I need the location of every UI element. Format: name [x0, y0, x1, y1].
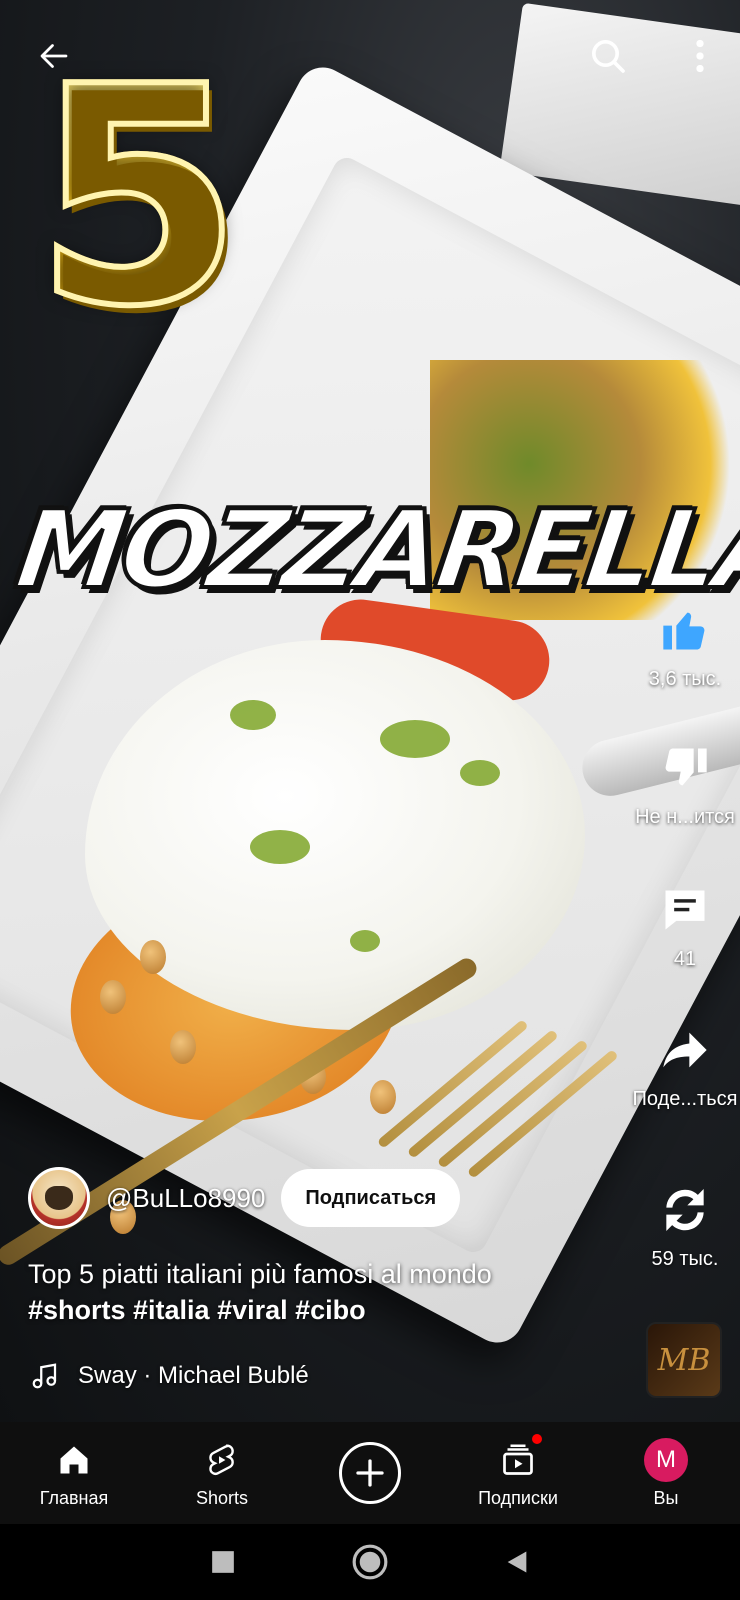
like-count: 3,6 тыс.	[648, 668, 722, 690]
video-caption[interactable]: Top 5 piatti italiani più famosi al mond…	[28, 1256, 618, 1328]
recents-button[interactable]	[199, 1538, 247, 1586]
pesto-drop	[230, 700, 276, 730]
comments-count: 41	[673, 948, 697, 970]
pine-nut	[140, 940, 166, 974]
pesto-drop	[250, 830, 310, 864]
nav-shorts-label: Shorts	[195, 1487, 249, 1508]
bottom-nav: Главная Shorts Подписки M Вы	[0, 1422, 740, 1524]
circle-icon	[352, 1544, 388, 1580]
thumb-up-icon	[653, 598, 717, 662]
remix-icon	[653, 1178, 717, 1242]
subscribe-button[interactable]: Подписаться	[281, 1169, 461, 1227]
pesto-drop	[350, 930, 380, 952]
comment-icon	[653, 878, 717, 942]
top-bar	[0, 0, 740, 110]
back-system-button[interactable]	[493, 1538, 541, 1586]
more-vert-icon	[696, 39, 704, 73]
system-nav-bar	[0, 1524, 740, 1600]
nav-home-label: Главная	[39, 1487, 109, 1508]
notification-dot	[530, 1431, 544, 1446]
remix-button[interactable]: 59 тыс.	[630, 1178, 740, 1271]
music-row[interactable]: Sway · Michael Bublé	[30, 1356, 309, 1396]
pine-nut	[170, 1030, 196, 1064]
music-note-icon	[30, 1358, 62, 1394]
music-track: Sway · Michael Bublé	[78, 1362, 309, 1389]
channel-avatar[interactable]	[28, 1167, 90, 1229]
dislike-label: Не н...ится	[635, 806, 735, 828]
share-label: Поде...ться	[632, 1088, 738, 1110]
square-icon	[212, 1551, 235, 1573]
pesto-drop	[460, 760, 500, 786]
pine-nut	[370, 1080, 396, 1114]
user-avatar: M	[644, 1437, 688, 1482]
share-button[interactable]: Поде...ться	[630, 1018, 740, 1111]
search-button[interactable]	[582, 30, 634, 82]
caption-text: Top 5 piatti italiani più famosi al mond…	[28, 1259, 492, 1289]
nav-you[interactable]: M Вы	[592, 1422, 740, 1524]
music-thumbnail[interactable]: MB	[646, 1322, 722, 1398]
back-button[interactable]	[28, 30, 80, 82]
caption-hashtags[interactable]: #shorts #italia #viral #cibo	[28, 1292, 618, 1328]
home-system-button[interactable]	[346, 1538, 394, 1586]
pesto-drop	[380, 720, 450, 758]
avatar-face	[45, 1186, 73, 1210]
arrow-left-icon	[40, 44, 68, 68]
remix-count: 59 тыс.	[651, 1248, 719, 1270]
shorts-icon	[200, 1438, 244, 1482]
pine-nut	[100, 980, 126, 1014]
more-options-button[interactable]	[674, 30, 726, 82]
burrata-image	[85, 640, 585, 1030]
nav-home[interactable]: Главная	[0, 1422, 148, 1524]
triangle-back-icon	[507, 1551, 526, 1573]
music-thumb-text: MB	[657, 1342, 711, 1378]
comments-button[interactable]: 41	[630, 878, 740, 971]
nav-subscriptions[interactable]: Подписки	[444, 1422, 592, 1524]
nav-you-label: Вы	[653, 1487, 679, 1508]
overlay-title: MOZZARELLA	[7, 486, 740, 615]
thumb-down-icon	[653, 736, 717, 800]
channel-handle[interactable]: @BuLLo8990	[106, 1183, 265, 1214]
subscriptions-icon	[496, 1431, 544, 1482]
search-icon	[592, 40, 625, 73]
plus-icon	[339, 1442, 401, 1504]
share-icon	[653, 1018, 717, 1082]
like-button[interactable]: 3,6 тыс.	[630, 598, 740, 691]
home-icon	[52, 1438, 96, 1482]
nav-create[interactable]	[296, 1422, 444, 1524]
nav-shorts[interactable]: Shorts	[148, 1422, 296, 1524]
channel-row: @BuLLo8990 Подписаться	[28, 1166, 461, 1230]
dislike-button[interactable]: Не н...ится	[630, 736, 740, 829]
nav-subscriptions-label: Подписки	[478, 1487, 558, 1508]
